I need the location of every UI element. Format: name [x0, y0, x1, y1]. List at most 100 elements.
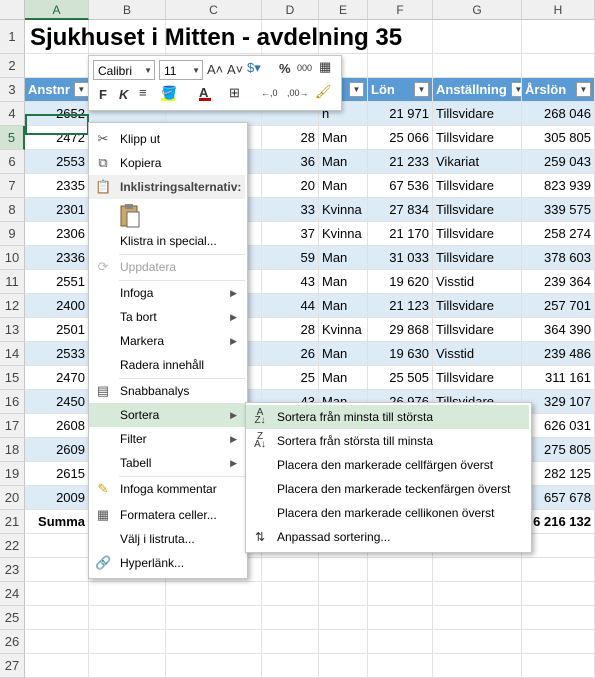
cell-d14[interactable]: 26 — [262, 342, 319, 366]
cell-f23[interactable] — [368, 558, 433, 582]
cell-g1[interactable] — [433, 20, 522, 54]
cell-e14[interactable]: Man — [319, 342, 368, 366]
filter-dropdown-icon[interactable]: ▼ — [73, 82, 88, 97]
cell-g2[interactable] — [433, 54, 522, 78]
cell-h19[interactable]: 282 125 — [522, 462, 595, 486]
cell-e26[interactable] — [319, 630, 368, 654]
sort-font-color-item[interactable]: Placera den markerade teckenfärgen övers… — [246, 477, 529, 501]
cell-h16[interactable]: 329 107 — [522, 390, 595, 414]
cell-c24[interactable] — [166, 582, 262, 606]
cell-h11[interactable]: 239 364 — [522, 270, 595, 294]
sort-descending-item[interactable]: Z A↓ Sortera från största till minsta — [246, 429, 529, 453]
menu-item-copy[interactable]: ⧉ Kopiera — [89, 151, 245, 175]
cell-f4[interactable]: 21 971 — [368, 102, 433, 126]
font-size-box[interactable]: 11 ▼ — [159, 60, 203, 80]
cell-a22[interactable] — [25, 534, 89, 558]
row-header-7[interactable]: 7 — [0, 174, 25, 198]
row-header-16[interactable]: 16 — [0, 390, 25, 414]
cell-h6[interactable]: 259 043 — [522, 150, 595, 174]
cell-a2[interactable] — [25, 54, 89, 78]
cell-g23[interactable] — [433, 558, 522, 582]
cell-f25[interactable] — [368, 606, 433, 630]
cell-g6[interactable]: Vikariat — [433, 150, 522, 174]
cell-h8[interactable]: 339 575 — [522, 198, 595, 222]
filter-dropdown-icon[interactable]: ▼ — [576, 82, 591, 97]
row-header-24[interactable]: 24 — [0, 582, 25, 606]
menu-item-hyperlink[interactable]: 🔗 Hyperlänk... — [89, 551, 245, 575]
row-header-25[interactable]: 25 — [0, 606, 25, 630]
cell-f15[interactable]: 25 505 — [368, 366, 433, 390]
column-header-d[interactable]: D — [262, 0, 319, 20]
cell-a10[interactable]: 2336 — [25, 246, 89, 270]
cell-g4[interactable]: Tillsvidare — [433, 102, 522, 126]
cell-e24[interactable] — [319, 582, 368, 606]
currency-format-icon[interactable]: $▾ — [247, 60, 261, 76]
cell-e25[interactable] — [319, 606, 368, 630]
row-header-10[interactable]: 10 — [0, 246, 25, 270]
cell-d9[interactable]: 37 — [262, 222, 319, 246]
fill-color-icon[interactable]: 🪣 — [161, 85, 177, 101]
italic-button[interactable]: K — [119, 87, 128, 102]
align-center-icon[interactable]: ≡ — [139, 85, 147, 100]
cell-a9[interactable]: 2306 — [25, 222, 89, 246]
menu-item-delete[interactable]: Ta bort ▶ — [89, 305, 245, 329]
cell-d10[interactable]: 59 — [262, 246, 319, 270]
column-header-a[interactable]: A — [25, 0, 89, 20]
cell-h18[interactable]: 275 805 — [522, 438, 595, 462]
menu-item-sort[interactable]: Sortera ▶ — [89, 403, 245, 427]
cell-h3[interactable]: Årslön ▼ — [522, 78, 595, 102]
cell-c25[interactable] — [166, 606, 262, 630]
cell-f13[interactable]: 29 868 — [368, 318, 433, 342]
cell-f8[interactable]: 27 834 — [368, 198, 433, 222]
cell-h10[interactable]: 378 603 — [522, 246, 595, 270]
menu-item-pick-from-list[interactable]: Välj i listruta... — [89, 527, 245, 551]
row-header-19[interactable]: 19 — [0, 462, 25, 486]
cell-a15[interactable]: 2470 — [25, 366, 89, 390]
cell-f12[interactable]: 21 123 — [368, 294, 433, 318]
column-header-c[interactable]: C — [166, 0, 262, 20]
cell-g15[interactable]: Tillsvidare — [433, 366, 522, 390]
cell-d5[interactable]: 28 — [262, 126, 319, 150]
menu-item-cut[interactable]: ✂ Klipp ut — [89, 127, 245, 151]
font-name-box[interactable]: Calibri ▼ — [93, 60, 155, 80]
cell-f6[interactable]: 21 233 — [368, 150, 433, 174]
column-header-g[interactable]: G — [433, 0, 522, 20]
cell-d7[interactable]: 20 — [262, 174, 319, 198]
cell-e5[interactable]: Man — [319, 126, 368, 150]
cell-g25[interactable] — [433, 606, 522, 630]
cell-d11[interactable]: 43 — [262, 270, 319, 294]
cell-f9[interactable]: 21 170 — [368, 222, 433, 246]
cell-f3[interactable]: Lön ▼ — [368, 78, 433, 102]
row-header-20[interactable]: 20 — [0, 486, 25, 510]
cell-a21[interactable]: Summa — [25, 510, 89, 534]
cell-d24[interactable] — [262, 582, 319, 606]
menu-item-insert-comment[interactable]: ✎ Infoga kommentar — [89, 477, 245, 501]
cell-b27[interactable] — [89, 654, 166, 678]
menu-item-format-cells[interactable]: ▦ Formatera celler... — [89, 503, 245, 527]
cell-d25[interactable] — [262, 606, 319, 630]
format-painter-icon[interactable]: 🖌 — [315, 84, 332, 100]
row-header-11[interactable]: 11 — [0, 270, 25, 294]
borders-icon[interactable]: ⊞ — [229, 85, 240, 101]
cell-a3[interactable]: Anstnr ▼ — [25, 78, 89, 102]
row-header-4[interactable]: 4 — [0, 102, 25, 126]
cell-c26[interactable] — [166, 630, 262, 654]
sort-ascending-item[interactable]: A Z↓ Sortera från minsta till största — [246, 405, 529, 429]
custom-sort-item[interactable]: ⇅ Anpassad sortering... — [246, 525, 529, 549]
cell-g13[interactable]: Tillsvidare — [433, 318, 522, 342]
bold-button[interactable]: F — [99, 87, 107, 102]
cell-a16[interactable]: 2450 — [25, 390, 89, 414]
cell-a11[interactable]: 2551 — [25, 270, 89, 294]
cell-h14[interactable]: 239 486 — [522, 342, 595, 366]
cell-g24[interactable] — [433, 582, 522, 606]
increase-decimal-icon[interactable]: ←,0 — [261, 88, 278, 98]
cell-d15[interactable]: 25 — [262, 366, 319, 390]
cell-a8[interactable]: 2301 — [25, 198, 89, 222]
cell-a24[interactable] — [25, 582, 89, 606]
row-header-21[interactable]: 21 — [0, 510, 25, 534]
cell-h15[interactable]: 311 161 — [522, 366, 595, 390]
row-header-18[interactable]: 18 — [0, 438, 25, 462]
filter-dropdown-icon[interactable]: ▼ — [414, 82, 429, 97]
cell-g7[interactable]: Tillsvidare — [433, 174, 522, 198]
cell-a23[interactable] — [25, 558, 89, 582]
